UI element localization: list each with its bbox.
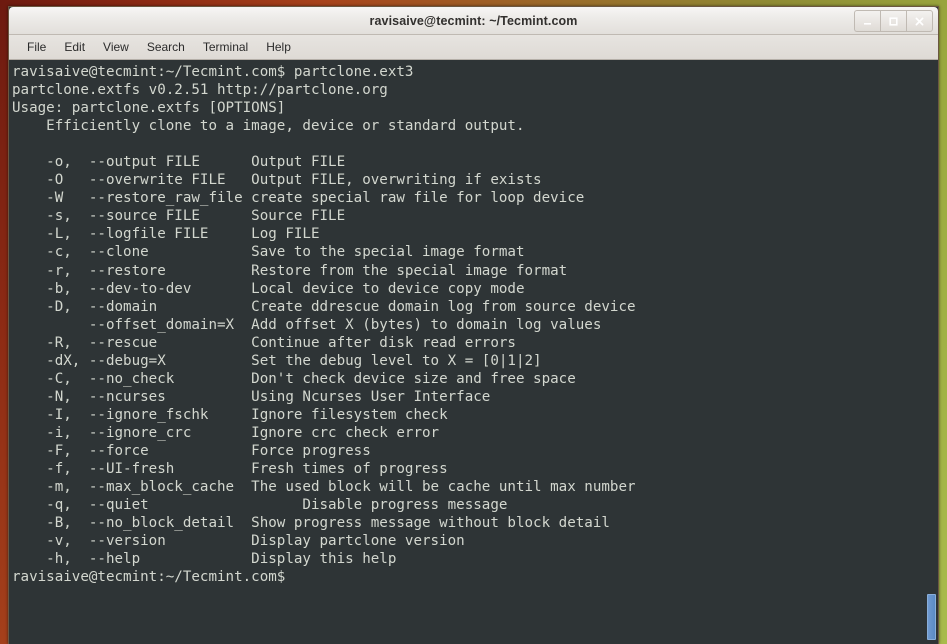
close-button[interactable] [906,10,933,32]
menu-item-terminal[interactable]: Terminal [194,38,257,57]
terminal-output-text: ravisaive@tecmint:~/Tecmint.com$ partclo… [12,63,924,586]
scrollbar-thumb[interactable] [927,594,936,640]
minimize-icon [862,16,873,27]
terminal-body[interactable]: ravisaive@tecmint:~/Tecmint.com$ partclo… [9,60,938,644]
menu-bar: File Edit View Search Terminal Help [9,35,938,60]
maximize-button[interactable] [880,10,906,32]
window-titlebar[interactable]: ravisaive@tecmint: ~/Tecmint.com [9,7,938,35]
menu-item-search[interactable]: Search [138,38,194,57]
minimize-button[interactable] [854,10,880,32]
terminal-window: ravisaive@tecmint: ~/Tecmint.com File Ed… [8,6,939,644]
terminal-scrollbar[interactable] [924,60,938,644]
window-controls [854,10,933,32]
terminal-output-area[interactable]: ravisaive@tecmint:~/Tecmint.com$ partclo… [9,60,924,644]
menu-item-help[interactable]: Help [257,38,300,57]
close-icon [914,16,925,27]
menu-item-edit[interactable]: Edit [55,38,94,57]
window-title: ravisaive@tecmint: ~/Tecmint.com [370,14,578,28]
menu-item-file[interactable]: File [18,38,55,57]
menu-item-view[interactable]: View [94,38,138,57]
maximize-icon [888,16,899,27]
